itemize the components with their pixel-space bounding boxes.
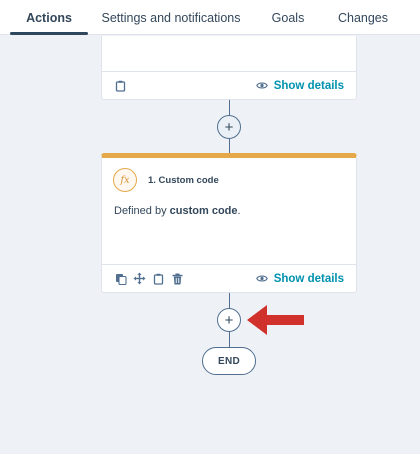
show-details-label: Show details [273,79,344,92]
function-icon: fx [113,168,137,192]
move-icon[interactable] [133,272,146,285]
card-footer: Show details [102,71,356,99]
active-tab-indicator [10,32,88,35]
add-action-button[interactable]: + [217,115,241,139]
tab-actions[interactable]: Actions [10,0,88,35]
show-details-link[interactable]: Show details [256,272,344,285]
tab-settings-and-notifications[interactable]: Settings and notifications [100,0,242,35]
plus-icon: + [224,118,234,136]
tab-goals[interactable]: Goals [262,0,314,35]
arrow-left-icon [246,303,306,342]
end-node: END [202,347,256,375]
action-title: 1. Custom code [148,174,219,186]
eye-icon [256,79,269,92]
show-details-link[interactable]: Show details [256,79,344,92]
plus-icon: + [224,311,234,329]
show-details-label: Show details [273,272,344,285]
copy-icon[interactable] [114,272,127,285]
add-action-button[interactable]: + [217,308,241,332]
card-header: fx 1. Custom code [113,168,219,192]
custom-code-action-card[interactable]: fx 1. Custom code Defined by custom code… [101,153,357,293]
clone-icon[interactable] [152,272,165,285]
end-label: END [217,355,240,367]
tab-changes[interactable]: Changes [330,0,396,35]
eye-icon [256,272,269,285]
card-footer: Show details [102,264,356,292]
previous-action-card: Show details [101,36,357,100]
trash-icon[interactable] [171,272,184,285]
clone-icon[interactable] [114,79,127,92]
action-description: Defined by custom code. [114,205,241,217]
tab-bar: Actions Settings and notifications Goals… [0,0,420,35]
action-description-bold: custom code [169,205,238,217]
